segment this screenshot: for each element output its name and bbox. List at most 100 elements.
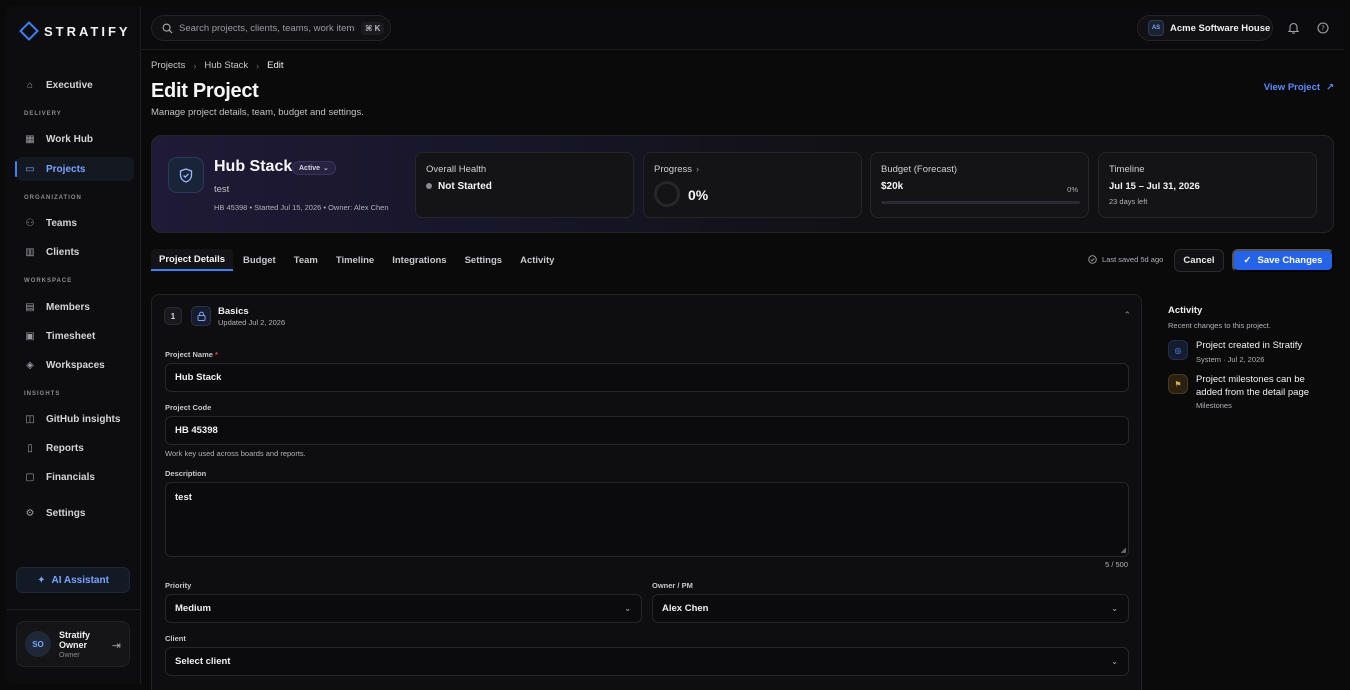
health-label: Overall Health [426,164,487,175]
users-icon: ⚇ [25,217,35,229]
chevron-down-icon: ⌄ [323,165,329,172]
resize-handle-icon[interactable]: ◢ [1121,546,1126,554]
wallet-icon: ▢ [25,471,35,483]
sidebar-item-projects[interactable]: ▭ Projects [15,157,134,181]
project-code-input[interactable]: HB 45398 [165,416,1129,445]
status-dot-icon [426,183,432,190]
chevron-down-icon: ⌄ [1111,604,1118,613]
user-card[interactable]: SO Stratify Owner Owner ⇥ [16,621,130,667]
progress-card[interactable]: Progress › 0% [643,152,862,218]
section-title: Basics [218,306,249,317]
step-number: 1 [164,307,182,325]
tab-project-details[interactable]: Project Details [151,249,233,271]
priority-select[interactable]: Medium ⌄ [165,594,642,623]
sidebar-item-reports[interactable]: ▯ Reports [16,436,134,460]
building-icon: ▥ [25,246,35,258]
view-project-link[interactable]: View Project ↗ [1264,82,1334,93]
tab-settings[interactable]: Settings [457,249,510,271]
tab-timeline[interactable]: Timeline [328,249,382,271]
search-input[interactable] [179,22,355,34]
section-label-delivery: DELIVERY [24,111,62,117]
sidebar-item-label: Settings [46,507,86,519]
chevron-up-icon[interactable]: ⌃ [1123,310,1131,321]
breadcrumb: Projects › Hub Stack › Edit [151,60,284,71]
gear-icon: ⚙ [25,507,35,519]
breadcrumb-project[interactable]: Hub Stack [204,60,248,71]
brand-name: STRATIFY [44,23,131,39]
sidebar-item-github-insights[interactable]: ◫ GitHub insights [16,407,134,431]
org-badge: AS [1148,20,1164,36]
check-icon: ✓ [1243,255,1252,266]
section-updated: Updated Jul 2, 2026 [218,318,286,327]
sidebar-item-clients[interactable]: ▥ Clients [16,240,134,264]
bell-icon[interactable] [1286,21,1300,35]
section-label-insights: INSIGHTS [24,391,61,397]
project-name-label: Project Name * [165,350,218,359]
user-name-line2: Owner [59,639,88,650]
sidebar-item-label: Clients [46,246,80,258]
sidebar-item-workspaces[interactable]: ◈ Workspaces [16,353,134,377]
activity-subtitle: Recent changes to this project. [1168,321,1271,330]
activity-meta: System · Jul 2, 2026 [1196,354,1265,364]
budget-value: $20k [881,181,904,192]
progress-label: Progress [654,164,693,175]
ai-assistant-button[interactable]: ✦ AI Assistant [16,567,130,593]
breadcrumb-current: Edit [267,60,284,71]
code-icon: ◫ [25,413,35,425]
breadcrumb-projects[interactable]: Projects [151,60,185,71]
required-marker: * [215,350,218,359]
search-box[interactable]: ⌘ K [151,15,391,41]
user-name-line1: Stratify [59,629,91,640]
tab-activity[interactable]: Activity [512,249,562,271]
sidebar-item-label: Members [46,301,90,313]
project-name-input[interactable]: Hub Stack [165,363,1129,392]
project-meta: HB 45398 • Started Jul 15, 2026 • Owner:… [214,203,389,212]
user-role: Owner [59,651,80,659]
client-label: Client [165,634,186,643]
sidebar-item-members[interactable]: ▤ Members [16,295,134,319]
tab-budget[interactable]: Budget [235,249,284,271]
health-text: Not Started [438,181,492,192]
page-title: Edit Project [151,80,259,102]
progress-label-row: Progress › [654,164,699,175]
activity-text: Project created in Stratify System · Jul… [1196,340,1328,366]
client-value: Select client [175,656,231,667]
project-code-label: Project Code [165,403,212,412]
logout-icon[interactable]: ⇥ [112,639,121,652]
tab-team[interactable]: Team [286,249,326,271]
timeline-remaining: 23 days left [1109,197,1148,206]
sidebar: STRATIFY ⌂ Executive DELIVERY ▦ Work Hub… [6,6,141,684]
sidebar-item-teams[interactable]: ⚇ Teams [16,211,134,235]
app-root: STRATIFY ⌂ Executive DELIVERY ▦ Work Hub… [0,0,1350,690]
help-icon[interactable]: ? [1316,21,1330,35]
sidebar-item-timesheet[interactable]: ▣ Timesheet [16,324,134,348]
owner-select[interactable]: Alex Chen ⌄ [652,594,1129,623]
sidebar-item-work-hub[interactable]: ▦ Work Hub [16,127,134,151]
document-icon: ▯ [27,442,33,454]
save-button[interactable]: ✓ Save Changes [1232,249,1334,272]
priority-label: Priority [165,581,192,590]
id-card-icon: ▤ [25,301,35,313]
chevron-right-icon: › [256,60,260,71]
sidebar-item-executive[interactable]: ⌂ Executive [16,73,134,97]
logo-diamond-icon [19,21,39,41]
tab-integrations[interactable]: Integrations [384,249,454,271]
timeline-label: Timeline [1109,164,1145,175]
cancel-button[interactable]: Cancel [1174,249,1224,272]
client-select[interactable]: Select client ⌄ [165,647,1129,676]
chevron-down-icon: ⌄ [624,604,631,613]
page-subtitle: Manage project details, team, budget and… [151,107,364,118]
status-badge[interactable]: Active ⌄ [292,161,336,175]
save-label: Save Changes [1257,255,1323,266]
activity-text-main: Project milestones can be added from the… [1196,374,1310,398]
home-icon: ⌂ [26,79,34,91]
brand-logo[interactable]: STRATIFY [19,21,131,41]
org-switcher[interactable]: AS Acme Software House [1137,15,1273,41]
budget-label: Budget (Forecast) [881,164,958,175]
sidebar-item-settings[interactable]: ⚙ Settings [16,501,134,525]
description-counter: 5 / 500 [1105,560,1128,569]
sidebar-item-financials[interactable]: ▢ Financials [16,465,134,489]
sidebar-item-label: Reports [46,442,84,454]
description-label: Description [165,469,207,478]
description-textarea[interactable]: test ◢ [165,482,1129,557]
